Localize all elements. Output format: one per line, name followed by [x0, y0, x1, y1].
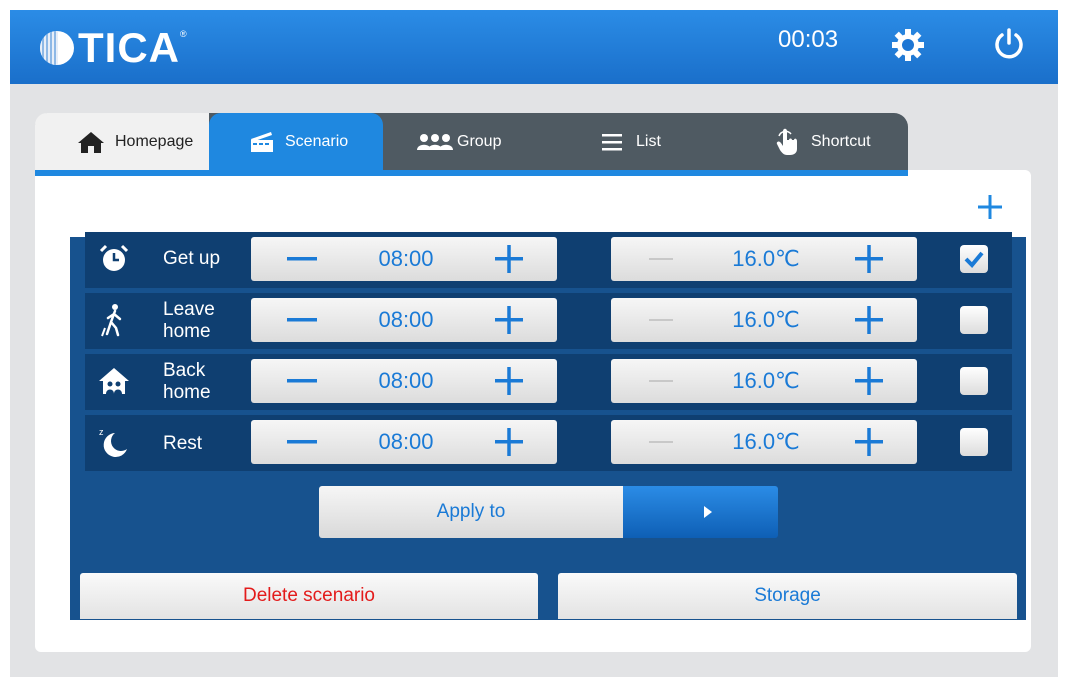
brand-name: TICA — [78, 24, 180, 71]
home-icon — [77, 130, 105, 154]
scenario-label: Leave home — [163, 299, 215, 342]
time-control: 08:00 — [251, 237, 557, 281]
scenario-row-get-up: Get up 08:00 16.0℃ — [85, 232, 1012, 288]
tab-list[interactable]: List — [602, 113, 762, 170]
walking-person-icon — [97, 303, 131, 337]
time-value: 08:00 — [378, 246, 434, 271]
logo-mark-icon — [40, 31, 74, 65]
temperature-value: 16.0℃ — [732, 246, 800, 271]
temperature-increase-button[interactable] — [849, 364, 889, 398]
top-bar: TICA ® 00:03 — [10, 10, 1058, 84]
registered-mark: ® — [180, 29, 187, 39]
scenario-checkbox[interactable] — [960, 306, 988, 334]
temperature-increase-button[interactable] — [849, 425, 889, 459]
scenario-label: Get up — [163, 248, 221, 269]
tab-bar: Homepage Scenario Group List Shortcut — [35, 113, 908, 170]
clapperboard-icon — [249, 130, 275, 154]
time-value: 08:00 — [378, 429, 434, 454]
time-control: 08:00 — [251, 298, 557, 342]
scenario-checkbox[interactable] — [960, 245, 988, 273]
scenario-row-rest: z Rest 08:00 16.0℃ — [85, 415, 1012, 471]
tab-label: Shortcut — [811, 132, 871, 150]
time-value: 08:00 — [378, 368, 434, 393]
temperature-decrease-button[interactable] — [643, 425, 683, 459]
temperature-control: 16.0℃ — [611, 359, 917, 403]
time-decrease-button[interactable] — [283, 364, 323, 398]
temperature-decrease-button[interactable] — [643, 303, 683, 337]
tab-scenario[interactable]: Scenario — [209, 113, 383, 170]
apply-to-button[interactable]: Apply to — [319, 486, 623, 538]
time-increase-button[interactable] — [489, 425, 529, 459]
people-group-icon — [417, 133, 453, 151]
hand-pointer-icon — [775, 128, 801, 156]
svg-text:z: z — [99, 427, 104, 437]
scenario-checkbox[interactable] — [960, 428, 988, 456]
tab-underline — [35, 170, 908, 176]
time-decrease-button[interactable] — [283, 242, 323, 276]
time-decrease-button[interactable] — [283, 303, 323, 337]
moon-sleep-icon: z — [97, 425, 131, 459]
tab-label: Homepage — [115, 132, 194, 150]
scenario-row-back-home: Back home 08:00 16.0℃ — [85, 354, 1012, 410]
checkmark-icon — [964, 251, 984, 268]
temperature-increase-button[interactable] — [849, 303, 889, 337]
scenario-row-leave-home: Leave home 08:00 16.0℃ — [85, 293, 1012, 349]
time-control: 08:00 — [251, 359, 557, 403]
temperature-value: 16.0℃ — [732, 368, 800, 393]
list-icon — [602, 133, 622, 151]
time-decrease-button[interactable] — [283, 425, 323, 459]
time-increase-button[interactable] — [489, 364, 529, 398]
tab-label: Scenario — [285, 132, 349, 150]
scenario-label: Back home — [163, 360, 211, 403]
house-icon — [97, 364, 131, 398]
play-arrow-icon — [704, 506, 712, 518]
time-increase-button[interactable] — [489, 242, 529, 276]
time-control: 08:00 — [251, 420, 557, 464]
alarm-clock-icon — [97, 242, 131, 276]
temperature-control: 16.0℃ — [611, 420, 917, 464]
tab-label: List — [636, 132, 661, 150]
storage-button[interactable]: Storage — [558, 573, 1017, 619]
tab-homepage[interactable]: Homepage — [35, 113, 209, 170]
tab-label: Group — [457, 132, 502, 150]
scenario-label: Rest — [163, 433, 203, 454]
apply-to-dropdown-button[interactable] — [623, 486, 778, 538]
temperature-increase-button[interactable] — [849, 242, 889, 276]
clock-time: 00:03 — [778, 26, 839, 53]
temperature-decrease-button[interactable] — [643, 242, 683, 276]
time-value: 08:00 — [378, 307, 434, 332]
tab-group[interactable]: Group — [417, 113, 577, 170]
time-increase-button[interactable] — [489, 303, 529, 337]
power-icon[interactable] — [990, 25, 1028, 63]
temperature-decrease-button[interactable] — [643, 364, 683, 398]
temperature-value: 16.0℃ — [732, 307, 800, 332]
gear-icon[interactable] — [890, 27, 926, 63]
scenario-checkbox[interactable] — [960, 367, 988, 395]
tab-shortcut[interactable]: Shortcut — [775, 113, 908, 170]
temperature-value: 16.0℃ — [732, 429, 800, 454]
brand-logo: TICA ® — [40, 24, 187, 71]
temperature-control: 16.0℃ — [611, 237, 917, 281]
temperature-control: 16.0℃ — [611, 298, 917, 342]
delete-scenario-button[interactable]: Delete scenario — [80, 573, 538, 619]
add-scenario-button[interactable] — [976, 193, 1004, 221]
